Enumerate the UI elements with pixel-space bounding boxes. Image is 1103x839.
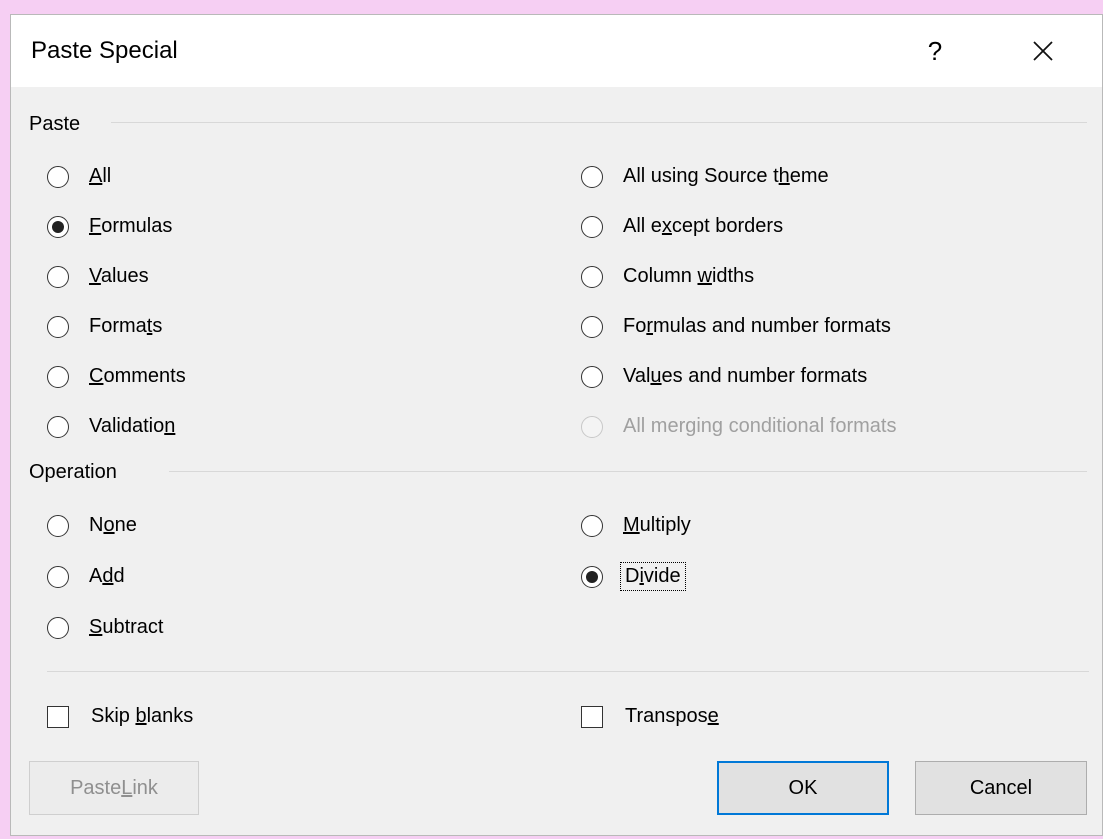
option-label: Formulas [89,215,173,237]
operation-option-add[interactable]: Add [47,565,125,588]
radio-button[interactable] [47,215,69,238]
paste-option-validation[interactable]: Validation [47,415,175,438]
radio-button[interactable] [47,265,69,288]
paste-option-formats[interactable]: Formats [47,315,162,338]
close-icon [1033,41,1053,61]
radio-button[interactable] [47,616,69,639]
option-label: Transpose [625,705,719,727]
paste-group-divider [111,122,1087,123]
option-label: Formats [89,315,163,337]
transpose-checkbox[interactable] [581,705,603,728]
radio-button[interactable] [47,415,69,438]
paste-option-values-and-number-formats[interactable]: Values and number formats [581,365,867,388]
transpose-option[interactable]: Transpose [581,705,719,728]
radio-button[interactable] [47,514,69,537]
option-label: Divide [620,562,686,591]
option-label: Values and number formats [623,365,868,387]
radio-button[interactable] [581,514,603,537]
option-label: Comments [89,365,186,387]
radio-button[interactable] [581,165,603,188]
cancel-button[interactable]: Cancel [915,761,1087,815]
paste-option-comments[interactable]: Comments [47,365,186,388]
checkbox-separator [47,671,1089,672]
option-label: Validation [89,415,176,437]
skip-blanks-checkbox[interactable] [47,705,69,728]
paste-option-all-except-borders[interactable]: All except borders [581,215,783,238]
skip-blanks-option[interactable]: Skip blanks [47,705,193,728]
paste-link-button: Paste Link [29,761,199,815]
radio-button[interactable] [581,565,603,588]
radio-button [581,415,603,438]
radio-button[interactable] [47,315,69,338]
paste-option-values[interactable]: Values [47,265,149,288]
radio-button[interactable] [581,265,603,288]
option-label: None [89,514,137,536]
paste-option-all[interactable]: All [47,165,111,188]
title-bar: Paste Special ? [11,15,1102,87]
help-button[interactable]: ? [915,29,955,73]
operation-group-label: Operation [29,461,117,483]
radio-button[interactable] [47,565,69,588]
help-icon: ? [927,35,943,66]
operation-group-divider [169,471,1087,472]
option-label: Column widths [623,265,755,287]
dialog-title: Paste Special [31,37,178,64]
paste-special-dialog: Paste Special ? Paste All Formulas Value… [10,14,1103,836]
option-label: All except borders [623,215,784,237]
paste-option-formulas-and-number-formats[interactable]: Formulas and number formats [581,315,891,338]
option-label: Add [89,565,125,587]
option-label: All using Source theme [623,165,829,187]
option-label: Multiply [623,514,691,536]
paste-option-all-merging-conditional-formats: All merging conditional formats [581,415,896,438]
option-label: All merging conditional formats [623,415,897,437]
paste-option-all-using-source-theme[interactable]: All using Source theme [581,165,829,188]
paste-group-label: Paste [29,113,81,135]
radio-button[interactable] [581,215,603,238]
ok-button[interactable]: OK [717,761,889,815]
radio-button[interactable] [581,315,603,338]
option-label: Formulas and number formats [623,315,891,337]
option-label: Skip blanks [91,705,194,727]
operation-option-subtract[interactable]: Subtract [47,616,164,639]
option-label: All [89,165,112,187]
radio-button[interactable] [47,365,69,388]
paste-option-column-widths[interactable]: Column widths [581,265,754,288]
operation-option-none[interactable]: None [47,514,137,537]
option-label: Values [89,265,149,287]
paste-option-formulas[interactable]: Formulas [47,215,172,238]
operation-option-divide[interactable]: Divide [581,562,686,591]
radio-button[interactable] [581,365,603,388]
option-label: Subtract [89,616,164,638]
operation-option-multiply[interactable]: Multiply [581,514,691,537]
close-button[interactable] [1021,29,1065,73]
radio-button[interactable] [47,165,69,188]
